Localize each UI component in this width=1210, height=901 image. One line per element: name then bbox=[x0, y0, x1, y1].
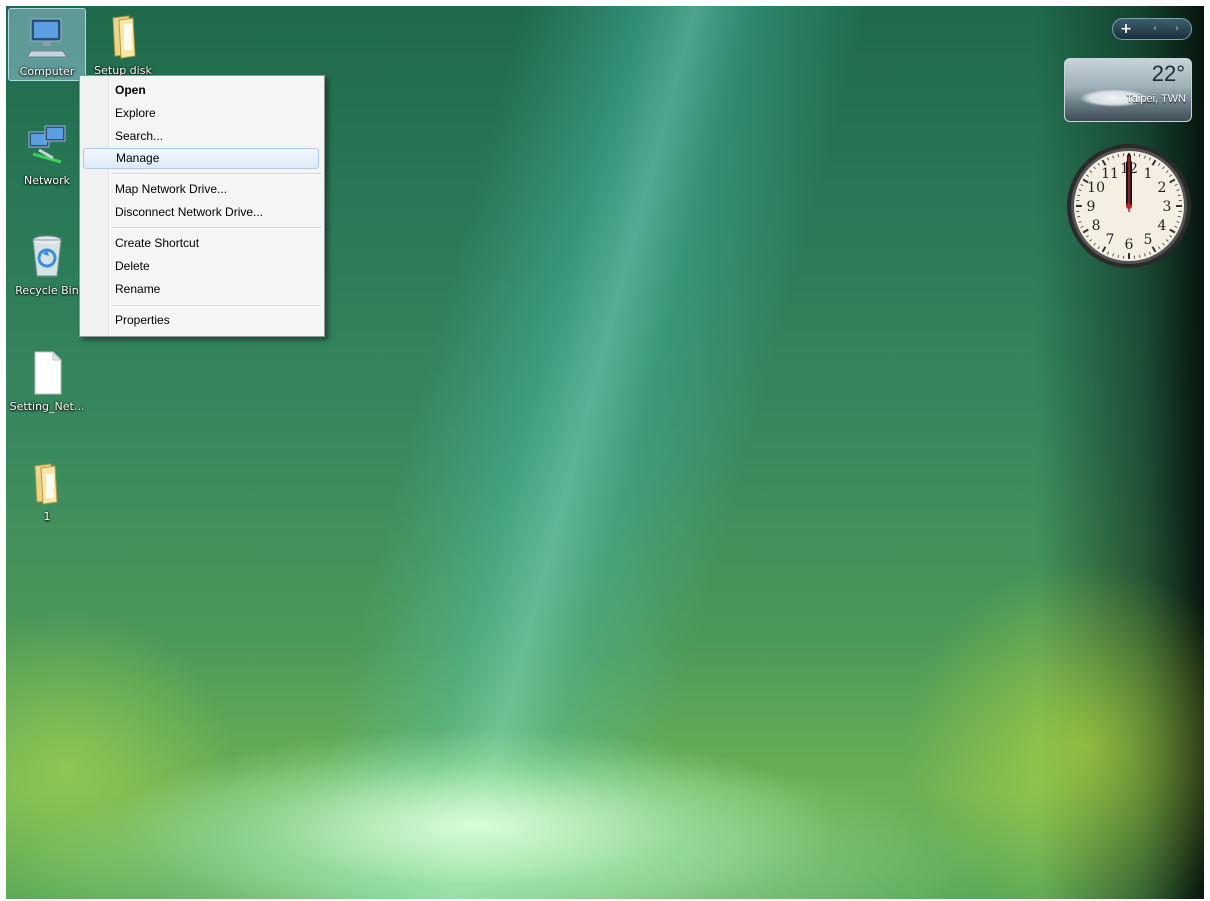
context-menu: Open Explore Search... Manage Map Networ… bbox=[79, 75, 325, 337]
desktop-icon-label: Recycle Bin bbox=[15, 284, 79, 297]
weather-gadget[interactable]: 22° Taipei, TWN bbox=[1064, 58, 1192, 122]
clock-numeral: 9 bbox=[1087, 199, 1096, 215]
document-icon bbox=[23, 348, 71, 396]
desktop-icon-label: Computer bbox=[19, 65, 75, 78]
desktop-icon-label: Setting_Net... bbox=[9, 400, 85, 413]
previous-gadget-button[interactable]: ‹ bbox=[1153, 22, 1157, 36]
clock-numeral: 10 bbox=[1087, 180, 1105, 196]
menu-separator bbox=[112, 227, 321, 228]
menu-item-rename[interactable]: Rename bbox=[83, 279, 319, 300]
menu-separator bbox=[112, 305, 321, 306]
clock-numeral: 3 bbox=[1163, 199, 1172, 215]
menu-item-create-shortcut[interactable]: Create Shortcut bbox=[83, 233, 319, 254]
add-gadget-button[interactable]: + bbox=[1117, 21, 1135, 37]
desktop-icon-folder-1[interactable]: 1 bbox=[8, 454, 86, 525]
clock-numeral: 2 bbox=[1157, 180, 1166, 196]
clock-gadget[interactable]: 121234567891011 bbox=[1065, 142, 1193, 270]
desktop-icon-network[interactable]: Network bbox=[8, 118, 86, 189]
menu-separator bbox=[112, 173, 321, 174]
clock-numeral: 11 bbox=[1101, 166, 1119, 182]
computer-icon bbox=[23, 13, 71, 61]
clock-numeral: 1 bbox=[1144, 166, 1153, 182]
menu-item-explore[interactable]: Explore bbox=[83, 103, 319, 124]
weather-temperature: 22° bbox=[1151, 61, 1185, 86]
desktop-icon-label: 1 bbox=[43, 510, 51, 523]
clock-numeral: 7 bbox=[1106, 232, 1115, 248]
desktop-icon-setting-net[interactable]: Setting_Net... bbox=[8, 344, 86, 415]
weather-city: Taipei, TWN bbox=[1126, 93, 1186, 105]
menu-item-properties[interactable]: Properties bbox=[83, 310, 319, 331]
menu-item-map-network-drive[interactable]: Map Network Drive... bbox=[83, 179, 319, 200]
network-icon bbox=[23, 122, 71, 170]
desktop-icon-label: Network bbox=[24, 174, 70, 187]
gadget-toolbar: + ‹ › bbox=[1112, 18, 1192, 40]
clock-numeral: 4 bbox=[1157, 218, 1166, 234]
clock-numeral: 5 bbox=[1144, 232, 1153, 248]
desktop-icon-computer[interactable]: Computer bbox=[8, 8, 86, 81]
clock-numeral: 8 bbox=[1092, 218, 1101, 234]
clock-face: 121234567891011 bbox=[1067, 144, 1191, 268]
clock-numeral: 6 bbox=[1125, 237, 1134, 253]
next-gadget-button[interactable]: › bbox=[1175, 22, 1179, 36]
desktop-icon-setup-disk[interactable]: Setup disk bbox=[84, 8, 162, 79]
desktop[interactable]: Computer Setup disk Network Recycle Bin … bbox=[6, 6, 1204, 899]
folder-icon bbox=[23, 458, 71, 506]
folder-icon bbox=[99, 12, 147, 60]
recycle-bin-icon bbox=[23, 232, 71, 280]
menu-item-manage[interactable]: Manage bbox=[83, 148, 319, 169]
menu-item-open[interactable]: Open bbox=[83, 80, 319, 101]
menu-item-disconnect-network-drive[interactable]: Disconnect Network Drive... bbox=[83, 202, 319, 223]
menu-item-search[interactable]: Search... bbox=[83, 126, 319, 147]
menu-item-delete[interactable]: Delete bbox=[83, 256, 319, 277]
desktop-icon-recycle-bin[interactable]: Recycle Bin bbox=[8, 228, 86, 299]
